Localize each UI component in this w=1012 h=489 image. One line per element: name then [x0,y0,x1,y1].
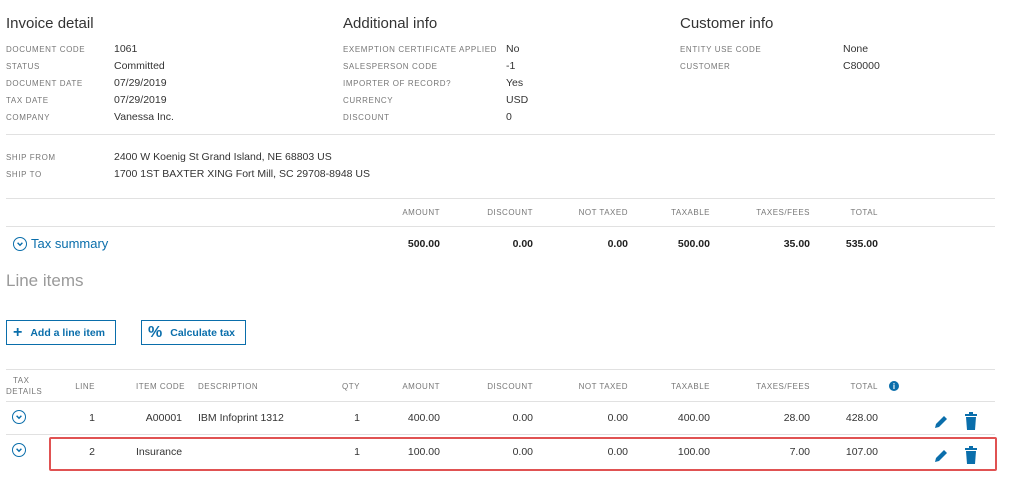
salesperson-value: -1 [506,60,516,72]
summary-header-amount: AMOUNT [402,208,440,217]
additional-info-title: Additional info [343,15,438,32]
header-taxable: TAXABLE [671,382,710,391]
ship-from-value: 2400 W Koenig St Grand Island, NE 68803 … [114,151,332,163]
chevron-down-icon [16,415,22,420]
header-amount: AMOUNT [402,382,440,391]
summary-header-taxes-fees: TAXES/FEES [756,208,810,217]
summary-header-discount: DISCOUNT [487,208,533,217]
summary-taxable: 500.00 [677,238,710,250]
field-label: DOCUMENT CODE [6,45,86,54]
field-label: IMPORTER OF RECORD? [343,79,452,88]
cell-not-taxed: 0.00 [607,412,628,424]
divider [6,434,995,435]
info-icon[interactable]: i [889,381,899,391]
divider [6,226,995,227]
document-code-value: 1061 [114,43,138,55]
summary-header-not-taxed: NOT TAXED [578,208,628,217]
header-tax-details-1: TAX [13,376,30,385]
field-label: STATUS [6,62,40,71]
exemption-value: No [506,43,520,55]
cell-amount: 400.00 [407,412,440,424]
document-date-value: 07/29/2019 [114,77,167,89]
field-label: EXEMPTION CERTIFICATE APPLIED [343,45,498,54]
field-label: ENTITY USE CODE [680,45,762,54]
divider [6,369,995,370]
cell-taxable: 400.00 [677,412,710,424]
header-line: LINE [75,382,95,391]
cell-item-code: A00001 [145,412,182,424]
header-tax-details-2: DETAILS [6,387,43,396]
add-line-item-button[interactable]: + Add a line item [6,320,117,345]
percent-icon: % [148,323,163,341]
customer-info-title: Customer info [680,15,774,32]
edit-button[interactable] [933,414,949,435]
chevron-down-icon [16,448,22,453]
calculate-tax-label: Calculate tax [170,326,236,339]
customer-value: C80000 [843,60,880,72]
discount-value: 0 [506,111,512,123]
header-description: DESCRIPTION [198,382,259,391]
pencil-icon [935,416,947,428]
plus-icon: + [13,323,23,341]
summary-taxes-fees: 35.00 [783,238,810,250]
ship-from-label: SHIP FROM [6,153,56,162]
divider [6,401,995,402]
trash-icon [965,412,977,430]
cell-description: IBM Infoprint 1312 [198,412,284,424]
field-label: DOCUMENT DATE [6,79,83,88]
row-highlight-box [49,437,997,471]
header-not-taxed: NOT TAXED [578,382,628,391]
line-items-title: Line items [6,271,84,290]
divider [6,134,995,135]
header-total: TOTAL [850,382,878,391]
ship-to-value: 1700 1ST BAXTER XING Fort Mill, SC 29708… [114,168,370,180]
field-label: CUSTOMER [680,62,731,71]
calculate-tax-button[interactable]: % Calculate tax [141,320,247,345]
invoice-detail-title: Invoice detail [6,15,94,32]
header-qty: QTY [342,382,360,391]
ship-to-label: SHIP TO [6,170,42,179]
tax-date-value: 07/29/2019 [114,94,167,106]
importer-value: Yes [506,77,524,89]
summary-discount: 0.00 [512,238,533,250]
status-value: Committed [114,60,165,72]
cell-total: 428.00 [845,412,878,424]
summary-total: 535.00 [845,238,878,250]
cell-taxes-fees: 28.00 [783,412,810,424]
header-discount: DISCOUNT [487,382,533,391]
field-label: SALESPERSON CODE [343,62,438,71]
row-expand-button[interactable] [12,443,26,457]
currency-value: USD [506,94,529,106]
summary-amount: 500.00 [407,238,440,250]
field-label: CURRENCY [343,96,394,105]
row-expand-button[interactable] [12,410,26,424]
field-label: TAX DATE [6,96,49,105]
summary-header-total: TOTAL [850,208,878,217]
field-label: COMPANY [6,113,51,122]
entity-use-code-value: None [843,43,869,55]
cell-discount: 0.00 [512,412,533,424]
delete-button[interactable] [964,412,978,435]
add-line-item-label: Add a line item [30,326,106,339]
field-label: DISCOUNT [343,113,390,122]
summary-header-taxable: TAXABLE [671,208,710,217]
cell-qty: 1 [354,412,360,424]
summary-not-taxed: 0.00 [607,238,628,250]
tax-summary-label: Tax summary [31,236,109,251]
header-item-code: ITEM CODE [136,382,185,391]
cell-line: 1 [89,412,95,424]
divider [6,198,995,199]
chevron-down-icon [13,236,27,251]
header-taxes-fees: TAXES/FEES [756,382,810,391]
tax-summary-toggle[interactable]: Tax summary [13,236,108,251]
company-value: Vanessa Inc. [114,111,174,123]
